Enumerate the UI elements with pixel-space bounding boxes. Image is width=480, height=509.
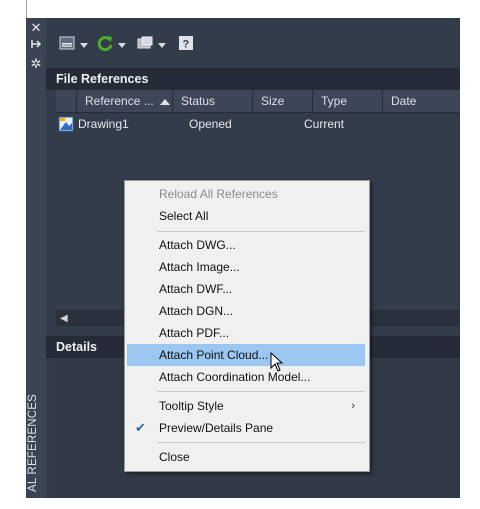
menu-item-reload-all: Reload All References — [159, 187, 278, 201]
menu-item-tooltip-style[interactable]: Tooltip Style › — [127, 395, 365, 417]
checkmark-icon: ✔ — [135, 420, 146, 435]
properties-icon[interactable]: ✲ — [26, 56, 46, 72]
toolbar: DWG ? — [46, 18, 460, 68]
reference-name: Drawing1 — [78, 117, 129, 131]
attach-dwg-icon: DWG — [58, 34, 76, 57]
menu-separator — [157, 231, 365, 232]
context-menu: Reload All References Select All Attach … — [124, 180, 370, 472]
column-headers: Reference ... Status Size Type Date — [56, 90, 460, 113]
menu-item-close[interactable]: Close — [127, 446, 365, 468]
svg-text:DWG: DWG — [63, 42, 73, 47]
menu-item-preview-details-pane[interactable]: ✔ Preview/Details Pane — [127, 417, 365, 439]
svg-text:?: ? — [183, 38, 190, 50]
chevron-down-icon[interactable] — [158, 42, 166, 48]
file-references-header[interactable]: File References — [46, 68, 460, 90]
auto-hide-icon[interactable] — [26, 38, 46, 54]
menu-separator — [157, 442, 365, 443]
menu-item-attach-point-cloud[interactable]: Attach Point Cloud... — [127, 344, 365, 366]
menu-item-attach-dgn[interactable]: Attach DGN... — [127, 300, 365, 322]
chevron-down-icon[interactable] — [80, 42, 88, 48]
change-path-button[interactable] — [136, 34, 166, 56]
sort-ascending-icon — [159, 98, 170, 105]
menu-item-attach-pdf[interactable]: Attach PDF... — [127, 322, 365, 344]
menu-item-select-all[interactable]: Select All — [127, 205, 365, 227]
menu-separator — [157, 391, 365, 392]
column-reference-name[interactable]: Reference ... — [76, 90, 172, 112]
reference-type: Current — [304, 117, 345, 131]
chevron-down-icon[interactable] — [118, 42, 126, 48]
menu-item-attach-image[interactable]: Attach Image... — [127, 256, 365, 278]
table-row[interactable]: Drawing1 Opened Current — [56, 114, 460, 134]
screenshot-frame: ✕ ✲ AL REFERENCES DWG ? File References … — [0, 0, 480, 509]
mouse-pointer-icon — [270, 351, 284, 377]
reference-status: Opened — [189, 117, 232, 131]
chevron-right-icon: › — [351, 400, 355, 412]
scroll-left-icon[interactable]: ◀ — [60, 313, 68, 324]
refresh-icon — [96, 34, 114, 57]
column-date[interactable]: Date — [382, 90, 460, 112]
help-icon: ? — [178, 35, 194, 56]
column-size[interactable]: Size — [252, 90, 312, 112]
column-status[interactable]: Status — [172, 90, 252, 112]
help-button[interactable]: ? — [178, 34, 194, 56]
refresh-button[interactable] — [96, 34, 126, 56]
close-icon[interactable]: ✕ — [26, 20, 46, 36]
column-type[interactable]: Type — [312, 90, 382, 112]
attach-dwg-button[interactable]: DWG — [58, 34, 88, 56]
menu-item-attach-dwg[interactable]: Attach DWG... — [127, 234, 365, 256]
change-path-icon — [136, 34, 154, 57]
drawing-area-edge — [0, 0, 27, 470]
menu-item-attach-coordination-model[interactable]: Attach Coordination Model... — [127, 366, 365, 388]
menu-item-attach-dwf[interactable]: Attach DWF... — [127, 278, 365, 300]
palette-vertical-title: AL REFERENCES — [27, 393, 39, 492]
drawing-file-icon — [58, 116, 74, 138]
